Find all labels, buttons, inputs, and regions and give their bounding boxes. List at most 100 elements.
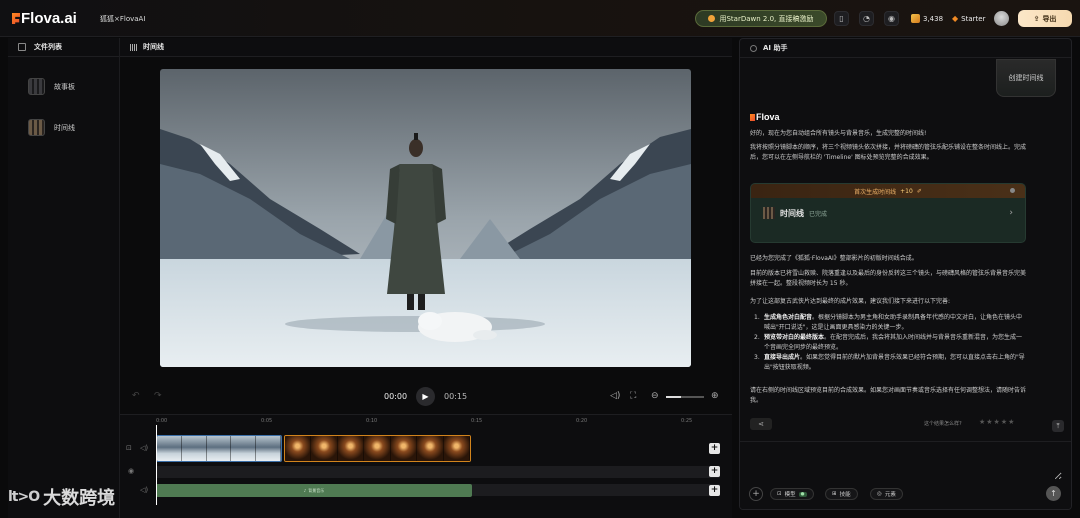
ruler-tick: 0:25 xyxy=(681,418,693,424)
chip-label: 技能 xyxy=(839,492,851,498)
step-title: 生成角色对白配音 xyxy=(764,314,813,321)
share-button[interactable]: ⋖ xyxy=(750,418,772,430)
credits-value: 3,438 xyxy=(923,14,944,23)
plan-badge[interactable]: ◆ Starter xyxy=(952,10,985,27)
sidebar-item-label: 故事板 xyxy=(54,82,75,91)
timeline-header: 时间线 xyxy=(120,38,732,57)
add-track-button[interactable]: + xyxy=(709,466,720,477)
wechat-icon[interactable]: ◔ xyxy=(859,11,874,26)
clip-frame xyxy=(311,436,338,461)
assistant-header: AI 助手 xyxy=(740,39,1071,58)
zoom-in-icon[interactable]: ⊕ xyxy=(711,391,719,401)
book-icon[interactable]: ▯ xyxy=(834,11,849,26)
step-number: 3. xyxy=(754,354,760,361)
info-icon[interactable] xyxy=(1010,188,1015,193)
card-reward-icon: ✐ xyxy=(916,187,922,195)
current-time: 00:00 xyxy=(384,392,408,401)
plan-label: Starter xyxy=(961,14,986,23)
chevron-right-icon: › xyxy=(1009,208,1013,218)
track-mute-icon[interactable]: ◁) xyxy=(140,444,148,452)
playback-controls: ↶ ↷ 00:00 ▶ 00:15 ◁) ⛶ ⊖ ⊕ xyxy=(120,384,732,410)
audio-clip-bgm[interactable]: ♪ 背景音乐 xyxy=(156,484,472,497)
credits-counter[interactable]: 3,438 xyxy=(911,10,948,27)
video-preview-area xyxy=(120,57,732,414)
audio-track: ◁) ♪ 背景音乐 + xyxy=(120,484,732,497)
ruler-tick: 0:10 xyxy=(366,418,378,424)
assistant-message: 我将按照分镜脚本的顺序，将三个视频镜头依次拼接，并将磅礴的管弦乐配乐铺设在整条时… xyxy=(750,144,1027,161)
file-list-header: 文件列表 xyxy=(8,38,119,57)
video-preview-frame[interactable] xyxy=(160,69,691,367)
model-icon: ⊡ xyxy=(777,491,782,497)
skills-chip[interactable]: ⊞ 技能 xyxy=(825,488,858,500)
project-breadcrumb[interactable]: 狐狐×FlovaAI xyxy=(100,14,145,24)
user-message-bubble: 创建时间线 xyxy=(996,59,1056,97)
clip-frame xyxy=(337,436,365,461)
timeline-tracks: 0:00 0:05 0:10 0:15 0:20 0:25 ⊡ ◁) + ◉ +… xyxy=(120,414,732,518)
add-attachment-button[interactable]: + xyxy=(749,487,763,501)
zoom-slider[interactable] xyxy=(666,396,704,398)
volume-icon[interactable]: ◁) xyxy=(610,391,620,401)
flova-brand-icon xyxy=(750,113,755,121)
add-audio-track-button[interactable]: + xyxy=(709,485,720,496)
clip-frame xyxy=(181,436,207,461)
model-selector-chip[interactable]: ⊡ 模型 ● xyxy=(770,488,814,500)
elements-chip[interactable]: ◎ 元素 xyxy=(870,488,903,500)
clip-frame xyxy=(417,436,444,461)
assistant-icon xyxy=(750,44,757,52)
card-title: 时间线 xyxy=(780,208,804,218)
clip-frame xyxy=(443,436,470,461)
model-status-tag: ● xyxy=(798,491,807,497)
send-button[interactable]: ↑ xyxy=(1046,486,1061,501)
sidebar-item-storyboard[interactable]: 故事板 xyxy=(28,78,75,95)
redo-icon[interactable]: ↷ xyxy=(154,391,162,401)
track-lock-icon[interactable]: ⊡ xyxy=(126,444,132,452)
card-reward-banner: 首次生成时间线 +10 ✐ xyxy=(751,184,1025,198)
playhead[interactable] xyxy=(156,425,157,505)
watermark-text: 大数跨境 xyxy=(43,488,116,509)
suggestion-item: 2. 预览带对白的最终版本。在配音完成后，我会将其加入时间线并与背景音乐重新混音，… xyxy=(750,333,1026,353)
track-lane[interactable] xyxy=(156,466,720,478)
video-clip-courtyard[interactable] xyxy=(284,435,471,462)
undo-icon[interactable]: ↶ xyxy=(132,391,140,401)
user-avatar[interactable] xyxy=(994,11,1009,26)
discord-icon[interactable]: ◉ xyxy=(884,11,899,26)
fullscreen-icon[interactable]: ⛶ xyxy=(630,391,636,401)
clip-frame xyxy=(364,436,391,461)
sidebar-toggle-icon[interactable] xyxy=(18,43,26,51)
feedback-prompt: 这个结果怎么样? xyxy=(924,421,962,427)
promo-banner-button[interactable]: 用StarDawn 2.0, 直接稿激励 xyxy=(695,10,827,27)
clip-frame xyxy=(231,436,257,461)
flova-logo[interactable]: Flova.ai xyxy=(12,10,77,27)
chat-input[interactable] xyxy=(748,450,1062,480)
export-button[interactable]: ⇪ 导出 xyxy=(1018,10,1072,27)
upload-icon: ⇪ xyxy=(1033,14,1040,23)
clip-frame xyxy=(390,436,418,461)
timeline-icon xyxy=(28,119,45,136)
assistant-message: 请在右侧的时间线区域预览目前的合成效果。如果您对画面节奏或音乐选择有任何调整想法… xyxy=(750,387,1027,404)
step-title: 直接导出成片 xyxy=(764,354,801,361)
video-clip-snow[interactable] xyxy=(156,435,282,462)
promo-label: 用StarDawn 2.0, 直接稿激励 xyxy=(719,14,814,23)
plan-star-icon: ◆ xyxy=(952,14,959,23)
logo-text: Flova.ai xyxy=(21,10,77,27)
sidebar-item-timeline[interactable]: 时间线 xyxy=(28,119,75,136)
play-button[interactable]: ▶ xyxy=(416,387,435,406)
timeline-result-card[interactable]: 首次生成时间线 +10 ✐ 时间线 已完成 › xyxy=(750,183,1026,243)
audio-volume-icon[interactable]: ◁) xyxy=(140,486,148,494)
assistant-message: 已经为您完成了《狐狐·FlovaAI》整部影片的初版时间线合成。 xyxy=(750,255,918,262)
zoom-out-icon[interactable]: ⊖ xyxy=(651,391,659,401)
ai-assistant-panel: AI 助手 创建时间线 Flova 好的，现在为您自动组合所有镜头与背景音乐，生… xyxy=(739,38,1072,510)
clip-frame xyxy=(285,436,312,461)
suggestion-item: 3. 直接导出成片。如果您觉得目前的默片加背景音乐效果已经符合预期，您可以直接点击… xyxy=(750,353,1026,373)
eye-icon[interactable]: ◉ xyxy=(128,467,134,475)
audio-clip-label: 背景音乐 xyxy=(308,487,325,493)
assistant-brand-name: Flova xyxy=(756,112,780,122)
rating-stars[interactable]: ★★★★★ xyxy=(979,418,1015,426)
assistant-message: 为了让这部复古武侠片达到最终的成片效果，建议我们接下来进行以下完善: xyxy=(750,298,951,305)
clip-frame xyxy=(157,436,182,461)
step-text: 。如果您觉得目前的默片加背景音乐效果已经符合预期，您可以直接点击右上角的"导出"… xyxy=(764,354,1025,371)
add-video-track-button[interactable]: + xyxy=(709,443,720,454)
scroll-to-top-button[interactable]: ⤒ xyxy=(1052,420,1064,432)
time-ruler[interactable]: 0:00 0:05 0:10 0:15 0:20 0:25 xyxy=(156,418,726,432)
assistant-title: AI 助手 xyxy=(763,44,788,52)
